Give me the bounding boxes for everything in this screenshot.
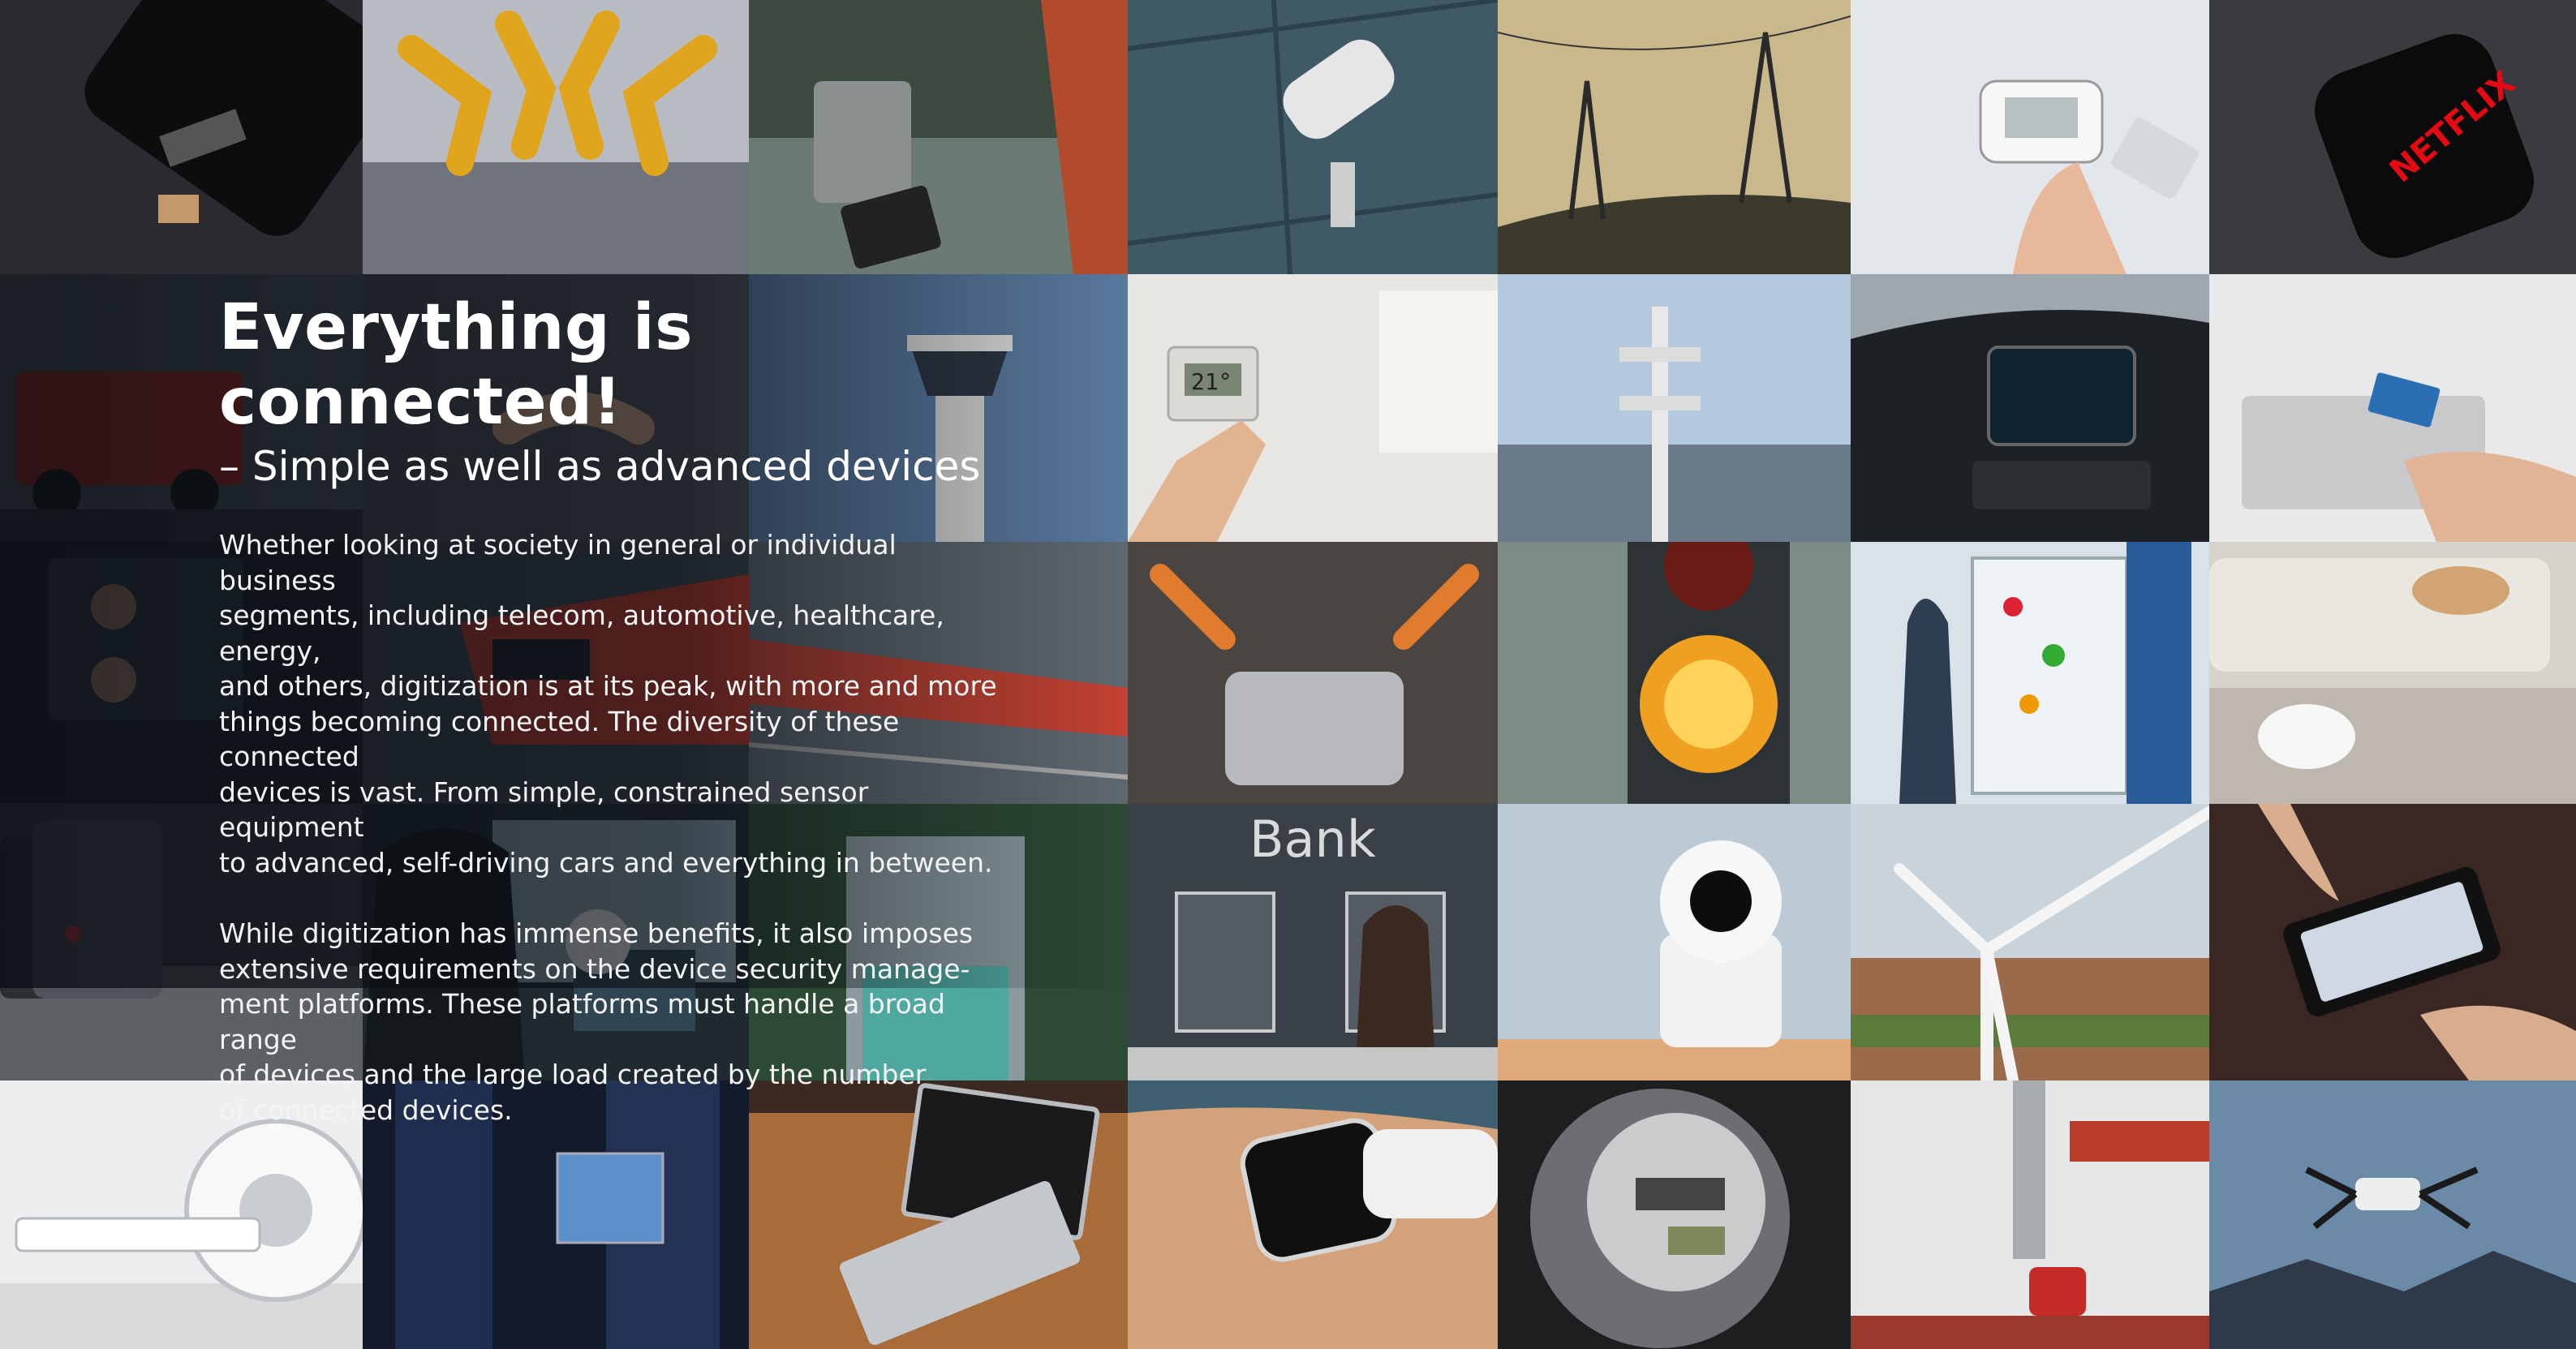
photo-power-lines <box>1498 0 1851 274</box>
photo-car-assembly <box>1128 542 1498 804</box>
photo-drone <box>2209 1080 2576 1349</box>
photo-apple-watch <box>1128 1080 1498 1349</box>
body-paragraph-1: Whether looking at society in general or… <box>219 529 997 879</box>
bank-sign-text: Bank <box>1249 810 1376 869</box>
photo-robot-vacuum <box>2209 542 2576 804</box>
photo-traffic-light <box>1498 542 1851 804</box>
page-title: Everything is connected! <box>219 291 694 439</box>
photo-smartphone-sim <box>0 0 363 274</box>
page-subtitle: – Simple as well as advanced devices <box>219 443 981 490</box>
photo-wind-turbine <box>1851 804 2209 1080</box>
photo-security-camera <box>1128 0 1498 274</box>
photo-smartwatch-netflix: NETFLIX <box>2209 0 2576 274</box>
photo-cell-tower-city <box>1498 274 1851 542</box>
body-paragraph-2: While digitization has immense benefits,… <box>219 917 974 1126</box>
thermostat-display-text: 21° <box>1191 368 1232 395</box>
photo-thermostat: 21° <box>1128 274 1498 542</box>
photo-lab-automation <box>1851 1080 2209 1349</box>
photo-car-dashboard <box>1851 274 2209 542</box>
photo-laptop-credit-card <box>2209 274 2576 542</box>
photo-smart-fridge <box>1851 542 2209 804</box>
photo-robot-arms <box>363 0 749 274</box>
intro-text-block: Everything is connected! – Simple as wel… <box>219 290 998 1128</box>
photo-mobile-phone-hands <box>2209 804 2576 1080</box>
photo-electric-meter <box>1498 1080 1851 1349</box>
photo-blood-pressure-monitor <box>1851 0 2209 274</box>
photo-bank-atm: Bank <box>1128 804 1498 1080</box>
photo-shop-tablet <box>749 0 1128 274</box>
photo-home-camera <box>1498 804 1851 1080</box>
